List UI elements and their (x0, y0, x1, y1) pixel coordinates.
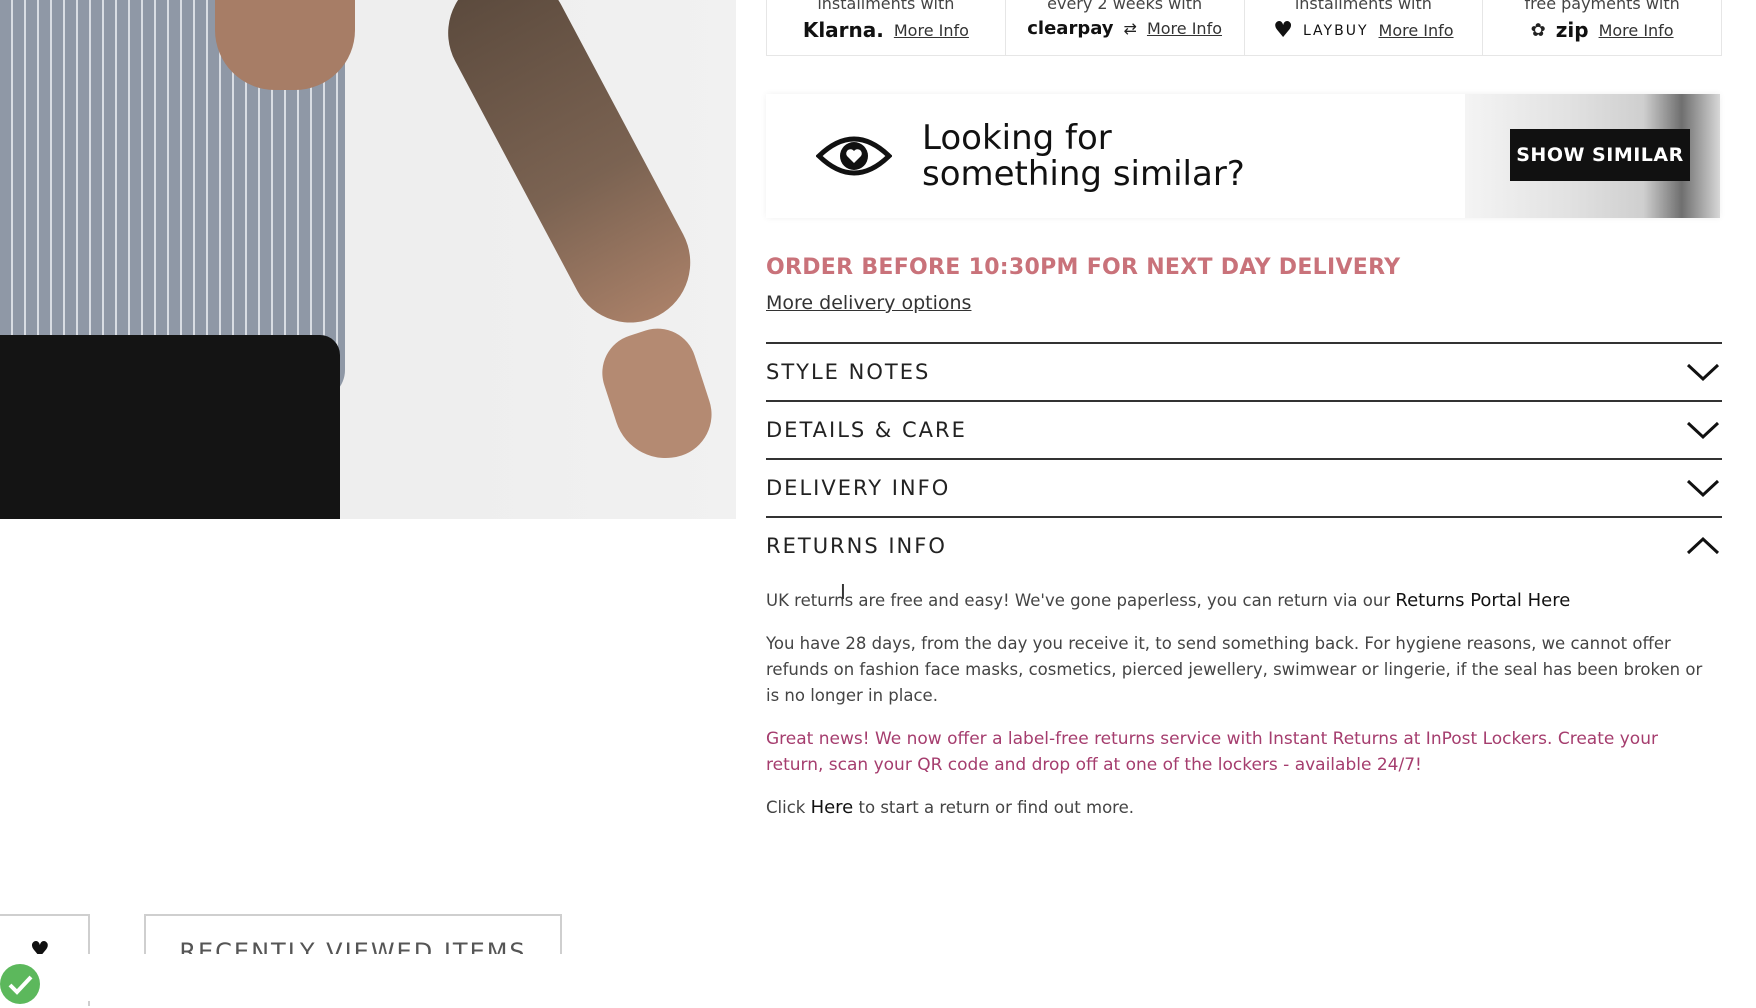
payment-klarna: installments with Klarna. More Info (767, 0, 1006, 55)
zip-icon: ✿ (1530, 19, 1546, 41)
accordion-delivery-info[interactable]: DELIVERY INFO (766, 458, 1722, 516)
chevron-up-icon (1686, 536, 1720, 555)
chevron-down-icon (1686, 479, 1720, 498)
klarna-more-info-link[interactable]: More Info (894, 21, 969, 40)
model-hand (592, 318, 723, 472)
accordion-style-notes[interactable]: STYLE NOTES (766, 342, 1722, 400)
bottom-fade (0, 954, 1756, 1001)
eye-icon (816, 136, 892, 176)
next-day-delivery-notice: ORDER BEFORE 10:30PM FOR NEXT DAY DELIVE… (766, 255, 1401, 280)
accordion-label: DETAILS & CARE (766, 418, 967, 442)
show-similar-button[interactable]: SHOW SIMILAR (1510, 129, 1690, 181)
text-cursor-icon: I (840, 580, 846, 604)
returns-p4-suffix: to start a return or find out more. (853, 798, 1135, 817)
accordion-label: RETURNS INFO (766, 534, 947, 558)
clearpay-logo: clearpay (1027, 18, 1114, 39)
returns-paragraph-4: Click Here to start a return or find out… (766, 795, 1720, 821)
laybuy-logo: LAYBUY (1302, 22, 1369, 39)
check-icon (0, 964, 40, 1004)
returns-p4-prefix: Click (766, 798, 811, 817)
zip-logo: zip (1555, 18, 1589, 42)
laybuy-more-info-link[interactable]: More Info (1379, 21, 1454, 40)
product-info-accordion: STYLE NOTES DETAILS & CARE DELIVERY INFO… (766, 342, 1722, 574)
product-image (0, 0, 736, 519)
accordion-label: DELIVERY INFO (766, 476, 951, 500)
similar-title-line1: Looking for (922, 118, 1112, 158)
accordion-label: STYLE NOTES (766, 360, 931, 384)
payment-text: free payments with (1524, 0, 1680, 13)
laybuy-heart-icon: ♥ (1273, 18, 1293, 43)
zip-more-info-link[interactable]: More Info (1599, 21, 1674, 40)
klarna-logo: Klarna. (802, 18, 884, 42)
similar-title-line2: something similar? (922, 154, 1245, 194)
more-delivery-options-link[interactable]: More delivery options (766, 292, 971, 314)
similar-title: Looking for something similar? (922, 120, 1262, 192)
returns-info-content: UK returns are free and easy! We've gone… (766, 588, 1720, 838)
tattooed-arm (427, 0, 712, 344)
chevron-down-icon (1686, 421, 1720, 440)
returns-here-link[interactable]: Here (811, 797, 854, 818)
similar-banner: Looking for something similar? SHOW SIMI… (766, 94, 1720, 218)
accordion-details-care[interactable]: DETAILS & CARE (766, 400, 1722, 458)
payment-text: installments with (1294, 0, 1432, 13)
returns-paragraph-3: Great news! We now offer a label-free re… (766, 729, 1658, 775)
payment-clearpay: every 2 weeks with clearpay ⇄ More Info (1006, 0, 1245, 55)
clearpay-more-info-link[interactable]: More Info (1147, 19, 1222, 38)
payment-options: installments with Klarna. More Info ever… (766, 0, 1722, 56)
returns-p1-text: UK returns are free and easy! We've gone… (766, 591, 1396, 610)
payment-text: every 2 weeks with (1047, 0, 1203, 13)
payment-zip: free payments with ✿ zip More Info (1483, 0, 1721, 55)
accordion-returns-info[interactable]: RETURNS INFO (766, 516, 1722, 574)
returns-portal-link[interactable]: Returns Portal Here (1395, 590, 1570, 611)
returns-paragraph-1: UK returns are free and easy! We've gone… (766, 588, 1720, 614)
chevron-down-icon (1686, 363, 1720, 382)
clearpay-arrow-icon: ⇄ (1123, 19, 1137, 38)
returns-paragraph-2: You have 28 days, from the day you recei… (766, 634, 1703, 705)
payment-laybuy: installments with ♥ LAYBUY More Info (1245, 0, 1484, 55)
payment-text: installments with (817, 0, 955, 13)
black-pants (0, 335, 340, 519)
